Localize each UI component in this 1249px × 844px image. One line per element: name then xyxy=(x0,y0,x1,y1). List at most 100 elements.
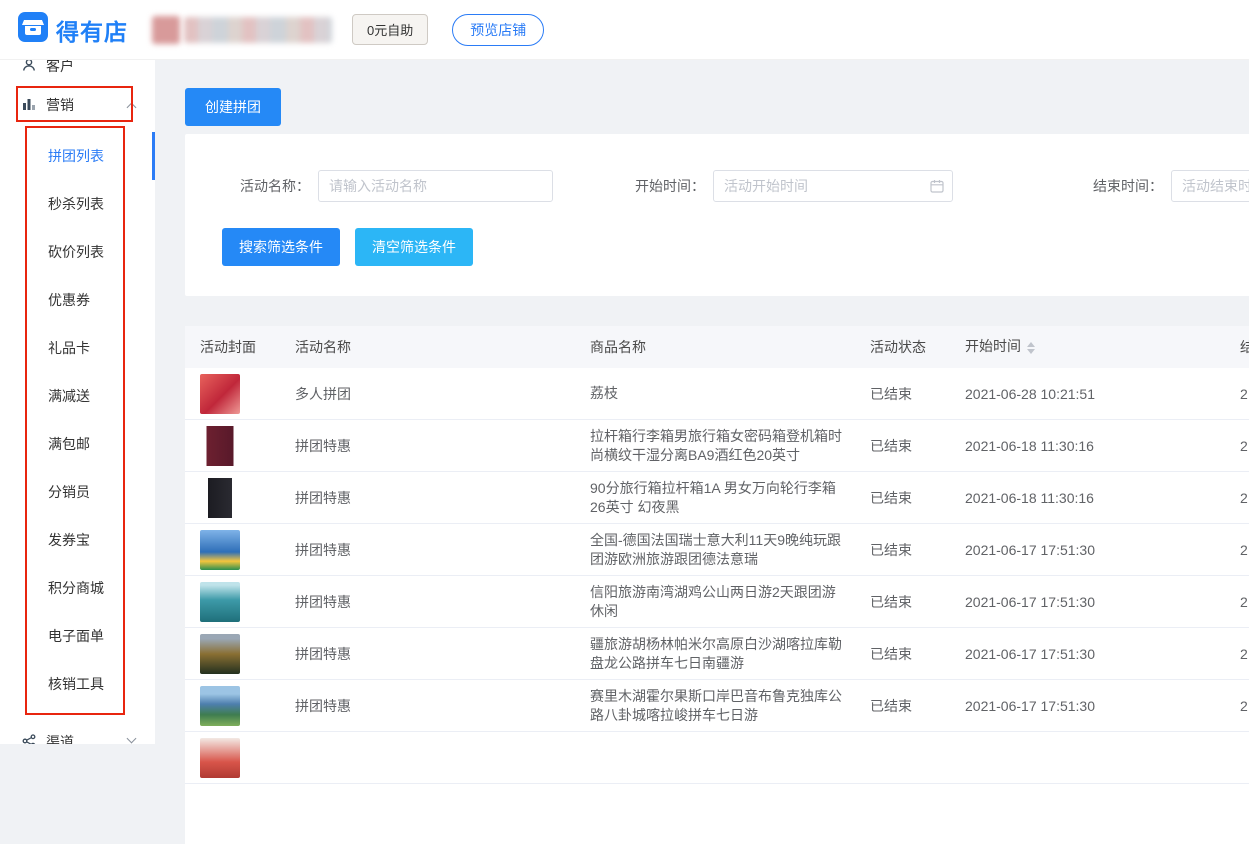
sort-icon[interactable] xyxy=(1027,338,1035,358)
start-time: 2021-06-18 11:30:16 xyxy=(965,490,1240,506)
sidebar: 客户 营销 拼团列表秒杀列表砍价列表优惠券礼品卡满减送满包邮分销员发券宝积分商城… xyxy=(0,60,155,744)
store-name-censored xyxy=(152,16,332,44)
sidebar-item-customers[interactable]: 客户 xyxy=(0,60,155,86)
preview-shop-button[interactable]: 预览店铺 xyxy=(452,14,544,46)
table-row[interactable]: 拼团特惠 疆旅游胡杨林帕米尔高原白沙湖喀拉库勒盘龙公路拼车七日南疆游 已结束 2… xyxy=(185,628,1249,680)
product-thumbnail xyxy=(200,374,240,414)
activity-name: 拼团特惠 xyxy=(295,696,590,716)
chevron-up-icon xyxy=(127,103,137,113)
column-header-cover: 活动封面 xyxy=(185,337,295,357)
sidebar-submenu-item[interactable]: 发券宝 xyxy=(0,516,155,564)
product-name: 赛里木湖霍尔果斯口岸巴音布鲁克独库公路八卦城喀拉峻拼车七日游 xyxy=(590,687,870,725)
end-time-input[interactable] xyxy=(1171,170,1249,202)
filter-end-time: 结束时间： xyxy=(1093,170,1249,202)
column-header-start[interactable]: 开始时间 xyxy=(965,336,1240,357)
sidebar-item-marketing[interactable]: 营销 xyxy=(0,88,155,122)
product-name: 全国-德国法国瑞士意大利11天9晚纯玩跟团游欧洲旅游跟团德法意瑞 xyxy=(590,531,870,569)
sidebar-submenu-item[interactable]: 核销工具 xyxy=(0,660,155,708)
search-filter-button[interactable]: 搜索筛选条件 xyxy=(222,228,340,266)
chevron-down-icon xyxy=(127,734,137,744)
sidebar-submenu-item[interactable]: 积分商城 xyxy=(0,564,155,612)
activity-name: 多人拼团 xyxy=(295,384,590,404)
start-time-label: 开始时间： xyxy=(635,176,705,196)
activity-status: 已结束 xyxy=(870,644,965,664)
sidebar-item-label: 营销 xyxy=(46,95,74,115)
start-time: 2021-06-17 17:51:30 xyxy=(965,698,1240,714)
logo: 得有店 xyxy=(0,12,150,47)
sidebar-item-channels[interactable]: 渠道 xyxy=(0,722,155,744)
start-time: 2021-06-18 11:30:16 xyxy=(965,438,1240,454)
sidebar-item-label: 渠道 xyxy=(46,732,74,744)
self-service-badge: 0元自助 xyxy=(352,14,428,45)
channels-icon xyxy=(22,734,36,745)
product-thumbnail xyxy=(200,478,240,518)
product-name: 荔枝 xyxy=(590,384,870,403)
start-time: 2021-06-17 17:51:30 xyxy=(965,542,1240,558)
clear-filter-button[interactable]: 清空筛选条件 xyxy=(355,228,473,266)
store-name-blurred xyxy=(184,17,332,43)
end-time-clipped: 2 xyxy=(1240,438,1249,454)
sidebar-submenu-item[interactable]: 拼团列表 xyxy=(0,132,155,180)
table-row[interactable]: 拼团特惠 全国-德国法国瑞士意大利11天9晚纯玩跟团游欧洲旅游跟团德法意瑞 已结… xyxy=(185,524,1249,576)
end-time-clipped: 2 xyxy=(1240,646,1249,662)
marketing-submenu: 拼团列表秒杀列表砍价列表优惠券礼品卡满减送满包邮分销员发券宝积分商城电子面单核销… xyxy=(0,132,155,708)
product-name: 信阳旅游南湾湖鸡公山两日游2天跟团游休闲 xyxy=(590,583,870,621)
table-row[interactable]: 拼团特惠 信阳旅游南湾湖鸡公山两日游2天跟团游休闲 已结束 2021-06-17… xyxy=(185,576,1249,628)
marketing-chart-icon xyxy=(22,97,36,114)
filter-activity-name: 活动名称： xyxy=(240,170,553,202)
product-thumbnail xyxy=(200,530,240,570)
groupbuy-table: 活动封面 活动名称 商品名称 活动状态 开始时间 结束时间 多人拼团 荔枝 已结… xyxy=(185,326,1249,844)
customers-icon xyxy=(22,60,36,75)
activity-name: 拼团特惠 xyxy=(295,644,590,664)
activity-status: 已结束 xyxy=(870,592,965,612)
table-row[interactable]: 多人拼团 荔枝 已结束 2021-06-28 10:21:51 2 xyxy=(185,368,1249,420)
sidebar-submenu-item[interactable]: 电子面单 xyxy=(0,612,155,660)
product-thumbnail xyxy=(200,426,240,466)
column-header-end: 结束时间 xyxy=(1240,337,1249,357)
create-groupbuy-button[interactable]: 创建拼团 xyxy=(185,88,281,126)
activity-status: 已结束 xyxy=(870,384,965,404)
sidebar-submenu-item[interactable]: 优惠券 xyxy=(0,276,155,324)
table-row[interactable]: 拼团特惠 90分旅行箱拉杆箱1A 男女万向轮行李箱 26英寸 幻夜黑 已结束 2… xyxy=(185,472,1249,524)
activity-status: 已结束 xyxy=(870,436,965,456)
sidebar-submenu-item[interactable]: 满包邮 xyxy=(0,420,155,468)
main-content: 创建拼团 活动名称： 开始时间： xyxy=(155,60,1249,744)
top-header: 得有店 0元自助 预览店铺 xyxy=(0,0,1249,60)
end-time-clipped: 2 xyxy=(1240,542,1249,558)
activity-name-input[interactable] xyxy=(318,170,553,202)
column-header-product: 商品名称 xyxy=(590,338,870,357)
end-time-clipped: 2 xyxy=(1240,698,1249,714)
product-name: 拉杆箱行李箱男旅行箱女密码箱登机箱时尚横纹干湿分离BA9酒红色20英寸 xyxy=(590,427,870,465)
column-header-activity: 活动名称 xyxy=(295,337,590,357)
start-time: 2021-06-17 17:51:30 xyxy=(965,594,1240,610)
start-time: 2021-06-17 17:51:30 xyxy=(965,646,1240,662)
activity-status: 已结束 xyxy=(870,540,965,560)
product-thumbnail xyxy=(200,582,240,622)
product-thumbnail xyxy=(200,686,240,726)
activity-status: 已结束 xyxy=(870,488,965,508)
product-name: 疆旅游胡杨林帕米尔高原白沙湖喀拉库勒盘龙公路拼车七日南疆游 xyxy=(590,635,870,673)
store-avatar-blurred xyxy=(152,16,180,44)
column-header-status: 活动状态 xyxy=(870,337,965,357)
sidebar-submenu-item[interactable]: 礼品卡 xyxy=(0,324,155,372)
sidebar-submenu-item[interactable]: 分销员 xyxy=(0,468,155,516)
sidebar-submenu-item[interactable]: 秒杀列表 xyxy=(0,180,155,228)
table-header-row: 活动封面 活动名称 商品名称 活动状态 开始时间 结束时间 xyxy=(185,326,1249,368)
table-row[interactable] xyxy=(185,732,1249,784)
sidebar-item-label: 客户 xyxy=(46,60,74,76)
sidebar-submenu-item[interactable]: 满减送 xyxy=(0,372,155,420)
activity-name-label: 活动名称： xyxy=(240,176,310,196)
activity-name: 拼团特惠 xyxy=(295,488,590,508)
activity-status: 已结束 xyxy=(870,696,965,716)
end-time-clipped: 2 xyxy=(1240,386,1249,402)
table-row[interactable]: 拼团特惠 赛里木湖霍尔果斯口岸巴音布鲁克独库公路八卦城喀拉峻拼车七日游 已结束 … xyxy=(185,680,1249,732)
filter-panel: 活动名称： 开始时间： 结束时间： xyxy=(185,134,1249,296)
logo-icon xyxy=(18,12,48,47)
start-time-input[interactable] xyxy=(713,170,953,202)
filter-start-time: 开始时间： xyxy=(635,170,953,202)
table-row[interactable]: 拼团特惠 拉杆箱行李箱男旅行箱女密码箱登机箱时尚横纹干湿分离BA9酒红色20英寸… xyxy=(185,420,1249,472)
end-time-clipped: 2 xyxy=(1240,594,1249,610)
end-time-clipped: 2 xyxy=(1240,490,1249,506)
sidebar-submenu-item[interactable]: 砍价列表 xyxy=(0,228,155,276)
product-name: 90分旅行箱拉杆箱1A 男女万向轮行李箱 26英寸 幻夜黑 xyxy=(590,479,870,517)
